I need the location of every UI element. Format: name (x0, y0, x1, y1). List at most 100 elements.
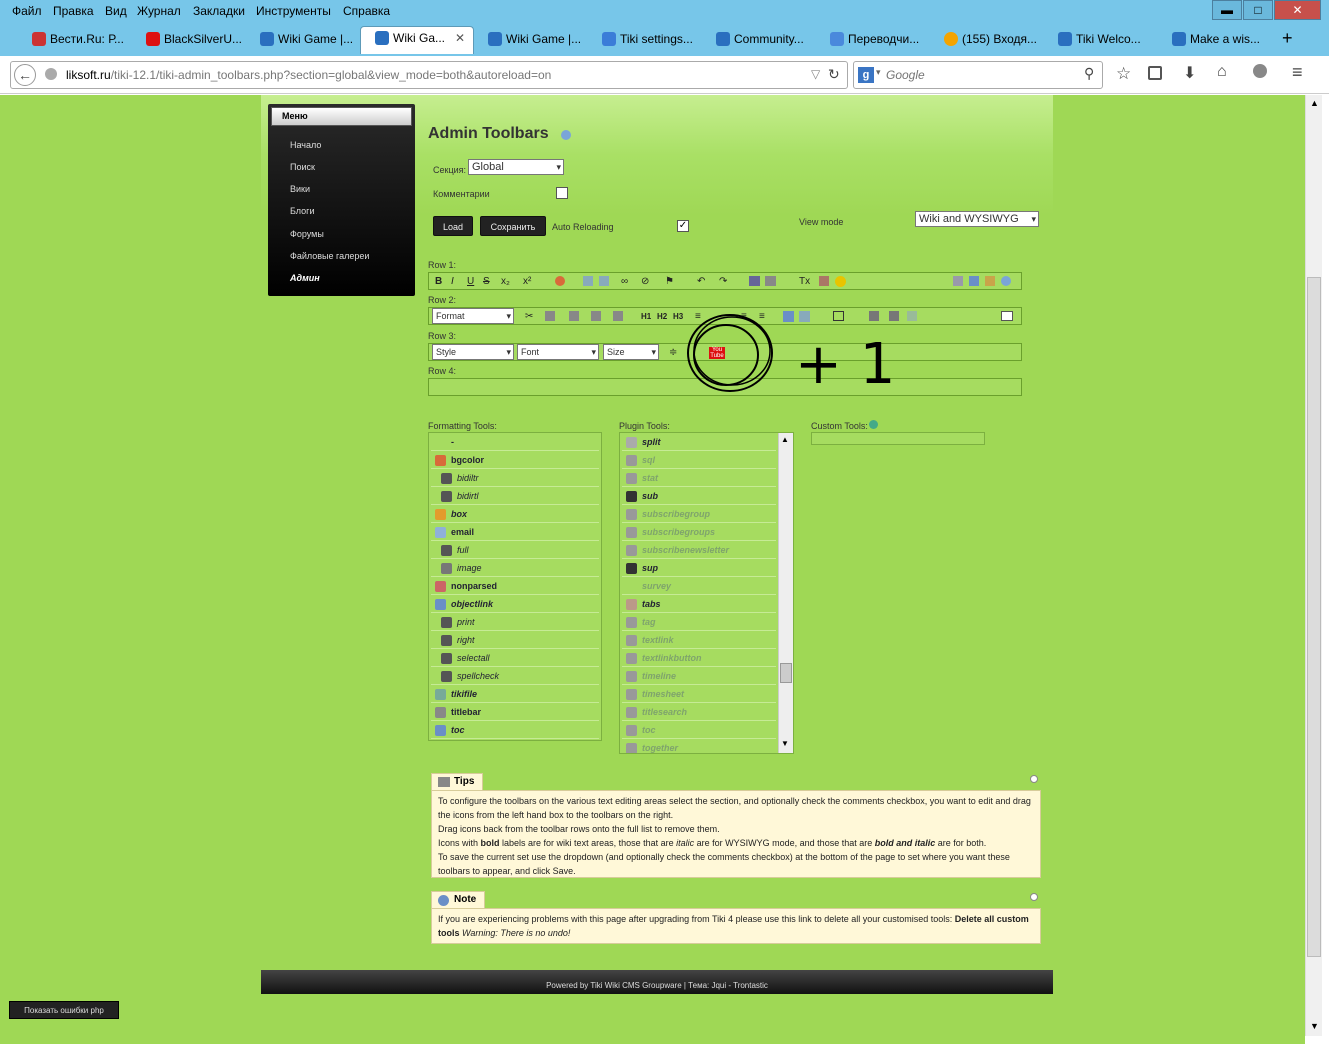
section-select[interactable]: Global (468, 159, 564, 175)
redo-icon[interactable]: ↷ (719, 276, 727, 287)
maximize-button[interactable]: □ (1243, 0, 1273, 20)
copy-icon[interactable] (583, 276, 593, 286)
tab-wiki-game-1[interactable]: Wiki Game |... (246, 28, 358, 56)
formatting-tools-list[interactable]: - bgcolor bidiltr bidirtl box email full image n… (428, 432, 602, 741)
new-tab-button[interactable]: + (1282, 28, 1293, 49)
google-search-icon[interactable]: g (858, 67, 874, 83)
formatting-tool-item[interactable]: - (431, 434, 599, 451)
tab-wiki-game-active[interactable]: Wiki Ga... ✕ (360, 26, 474, 54)
smiley-icon[interactable] (835, 276, 846, 287)
unlink-icon[interactable]: ⊘ (641, 276, 649, 287)
italic-icon[interactable]: I (451, 276, 454, 287)
plugin-tool-item[interactable]: timeline (622, 668, 776, 685)
tab-translator[interactable]: Переводчи... (816, 28, 928, 56)
cut-icon[interactable]: ✂ (525, 311, 533, 322)
search-magnifier-icon[interactable]: ⚲ (1084, 65, 1094, 82)
underline-icon[interactable]: U (467, 276, 474, 287)
save-button[interactable]: Сохранить (480, 216, 546, 236)
search-input[interactable] (886, 66, 1076, 84)
add-custom-tool-icon[interactable] (869, 420, 878, 429)
hamburger-menu-icon[interactable]: ≡ (1292, 62, 1303, 83)
help-icon[interactable] (1001, 276, 1011, 286)
back-arrow-icon[interactable]: ← (14, 64, 36, 86)
menu-item-search[interactable]: Поиск (290, 162, 315, 172)
formatting-tool-item[interactable]: bidirtl (431, 488, 599, 505)
plugin-tool-item[interactable]: timesheet (622, 686, 776, 703)
copy-icon[interactable] (545, 311, 555, 321)
scroll-down-icon[interactable]: ▼ (781, 739, 789, 748)
paste-icon[interactable] (599, 276, 609, 286)
tab-tiki-settings[interactable]: Tiki settings... (588, 28, 700, 56)
formatting-tool-item[interactable]: objectlink (431, 596, 599, 613)
horizontal-rule-icon[interactable]: ≑ (669, 347, 677, 358)
menu-view[interactable]: Вид (105, 4, 127, 18)
plugin-list-scrollbar[interactable]: ▲ ▼ (778, 433, 793, 753)
plugin-tools-list[interactable]: split sql stat sub subscribegroup subscribegr… (619, 432, 794, 754)
tab-close-icon[interactable]: ✕ (455, 27, 465, 49)
undo-icon[interactable]: ↶ (697, 276, 705, 287)
tab-wiki-game-2[interactable]: Wiki Game |... (474, 28, 586, 56)
scroll-up-icon[interactable]: ▲ (1310, 98, 1319, 108)
bookmarks-library-icon[interactable] (1148, 66, 1162, 80)
plugin-tool-item[interactable]: toc (622, 722, 776, 739)
plugin-tool-item[interactable]: subscribegroup (622, 506, 776, 523)
style-select[interactable]: Style (432, 344, 514, 360)
settings-icon[interactable] (953, 276, 963, 286)
plugin-tool-item[interactable]: sub (622, 488, 776, 505)
help-icon[interactable] (561, 130, 571, 140)
paste-icon[interactable] (569, 311, 579, 321)
page-scrollbar[interactable]: ▲ ▼ (1305, 95, 1322, 1036)
tab-inbox[interactable]: (155) Входя... (930, 28, 1042, 56)
font-select[interactable]: Font (517, 344, 599, 360)
custom-tools-list[interactable] (811, 432, 985, 445)
bold-icon[interactable]: B (435, 276, 442, 287)
tab-vesti[interactable]: Вести.Ru: Р... (18, 28, 130, 56)
scroll-thumb[interactable] (1307, 277, 1321, 957)
dropdown-arrow-icon[interactable]: ▽ (811, 67, 820, 81)
color-icon[interactable] (555, 276, 565, 286)
maximize-icon[interactable] (1001, 311, 1013, 321)
scroll-down-icon[interactable]: ▼ (1310, 1021, 1319, 1031)
close-note-icon[interactable] (1030, 893, 1038, 901)
remove-format-icon[interactable]: Tx (799, 276, 810, 287)
bookmark-star-icon[interactable]: ☆ (1116, 64, 1131, 84)
menu-item-blogs[interactable]: Блоги (290, 206, 314, 216)
plugin-tool-item[interactable]: together (622, 740, 776, 753)
formatting-tool-item[interactable]: bidiltr (431, 470, 599, 487)
formatting-tool-item[interactable]: print (431, 614, 599, 631)
menu-help[interactable]: Справка (343, 4, 390, 18)
tab-tiki-welcome[interactable]: Tiki Welco... (1044, 28, 1156, 56)
formatting-tool-item[interactable]: right (431, 632, 599, 649)
tab-community[interactable]: Community... (702, 28, 814, 56)
menu-item-file-galleries[interactable]: Файловые галереи (290, 251, 369, 261)
plugin-tool-item[interactable]: textlinkbutton (622, 650, 776, 667)
auto-reloading-checkbox[interactable]: ✓ (677, 220, 689, 232)
search-bar[interactable]: g ▾ ⚲ (853, 61, 1103, 89)
menu-item-admin[interactable]: Админ (290, 273, 320, 283)
plugin-tool-item[interactable]: textlink (622, 632, 776, 649)
paste-text-icon[interactable] (591, 311, 601, 321)
plugin-tool-item[interactable]: subscribenewsletter (622, 542, 776, 559)
link-icon[interactable]: ∞ (621, 276, 628, 287)
menu-edit[interactable]: Правка (53, 4, 94, 18)
comments-checkbox[interactable] (556, 187, 568, 199)
tab-make-a-wish[interactable]: Make a wis... (1158, 28, 1270, 56)
load-button[interactable]: Load (433, 216, 473, 236)
subscript-icon[interactable]: x₂ (501, 276, 510, 287)
superscript-icon[interactable]: x² (523, 276, 531, 287)
tab-blacksilver[interactable]: BlackSilverU... (132, 28, 244, 56)
view-mode-select[interactable]: Wiki and WYSIWYG (915, 211, 1039, 227)
formatting-tool-item[interactable]: tikifile (431, 686, 599, 703)
menu-item-home[interactable]: Начало (290, 140, 321, 150)
engine-dropdown-icon[interactable]: ▾ (876, 67, 881, 78)
plugin-tool-item[interactable]: subscribegroups (622, 524, 776, 541)
menu-item-forums[interactable]: Форумы (290, 229, 324, 239)
formatting-tool-item[interactable]: selectall (431, 650, 599, 667)
plugin-tool-item[interactable]: tabs (622, 596, 776, 613)
formatting-tool-item[interactable]: full (431, 542, 599, 559)
toolbar-row-1[interactable]: B I U S x₂ x² ∞ ⊘ ⚑ ↶ ↷ Tx (428, 272, 1022, 290)
reload-icon[interactable]: ↻ (828, 66, 840, 83)
formatting-tool-item[interactable]: titlebar (431, 704, 599, 721)
scroll-up-icon[interactable]: ▲ (781, 435, 789, 444)
scroll-thumb[interactable] (780, 663, 792, 683)
